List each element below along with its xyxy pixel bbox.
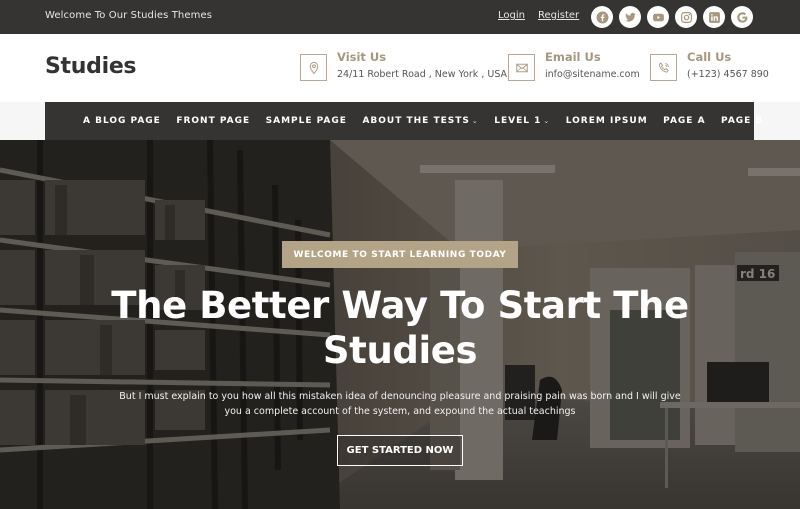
- nav-item-sample-page[interactable]: SAMPLE PAGE: [266, 116, 347, 126]
- welcome-text: Welcome To Our Studies Themes: [45, 10, 213, 21]
- social-links: [591, 6, 753, 28]
- nav-item-lorem-ipsum[interactable]: LOREM IPSUM: [566, 116, 648, 126]
- email-us-info: Email Us info@sitename.com: [508, 50, 640, 81]
- login-link[interactable]: Login: [498, 10, 525, 21]
- get-started-button[interactable]: GET STARTED NOW: [337, 435, 463, 466]
- nav-item-label: ABOUT THE TESTS: [362, 116, 470, 126]
- envelope-icon: [508, 54, 535, 81]
- chevron-down-icon: ⌄: [471, 117, 479, 125]
- email-us-address[interactable]: info@sitename.com: [545, 69, 640, 80]
- register-link[interactable]: Register: [538, 10, 579, 21]
- nav-item-label: LOREM IPSUM: [565, 116, 648, 126]
- nav-item-label: PAGE B: [721, 116, 764, 126]
- visit-us-address: 24/11 Robert Road , New York , USA: [337, 69, 508, 80]
- chevron-down-icon: ⌄: [543, 117, 551, 125]
- nav-item-label: FRONT PAGE: [176, 116, 251, 126]
- phone-icon: [650, 54, 677, 81]
- hero-headline: The Better Way To Start The Studies: [111, 284, 689, 372]
- google-icon[interactable]: [731, 6, 753, 28]
- top-bar: Welcome To Our Studies Themes Login Regi…: [0, 0, 800, 34]
- hero-description: But I must explain to you how all this m…: [119, 391, 681, 417]
- facebook-icon[interactable]: [591, 6, 613, 28]
- visit-us-title: Visit Us: [337, 50, 387, 64]
- hero-section: rd 16 WELCOME TO START LEARNING TODAY Th…: [0, 140, 800, 509]
- nav-item-a-blog-page[interactable]: A BLOG PAGE: [83, 116, 161, 126]
- main-nav: A BLOG PAGE FRONT PAGE SAMPLE PAGE ABOUT…: [45, 102, 762, 140]
- call-us-title: Call Us: [687, 50, 732, 64]
- nav-item-label: SAMPLE PAGE: [265, 116, 347, 126]
- youtube-icon[interactable]: [647, 6, 669, 28]
- twitter-icon[interactable]: [619, 6, 641, 28]
- call-us-info: Call Us (+123) 4567 890: [650, 50, 769, 81]
- nav-item-page-b[interactable]: PAGE B: [721, 116, 763, 126]
- site-header: Studies Visit Us 24/11 Robert Road , New…: [0, 34, 800, 102]
- map-pin-icon: [300, 54, 327, 81]
- welcome-badge: WELCOME TO START LEARNING TODAY: [282, 241, 518, 268]
- nav-item-level-1[interactable]: LEVEL 1 ⌄: [494, 116, 550, 126]
- linkedin-icon[interactable]: [703, 6, 725, 28]
- nav-item-label: A BLOG PAGE: [83, 116, 161, 126]
- nav-item-label: PAGE A: [663, 116, 706, 126]
- site-logo[interactable]: Studies: [45, 54, 137, 79]
- nav-item-page-a[interactable]: PAGE A: [663, 116, 705, 126]
- nav-item-front-page[interactable]: FRONT PAGE: [176, 116, 250, 126]
- nav-item-about-the-tests[interactable]: ABOUT THE TESTS ⌄: [362, 116, 478, 126]
- nav-item-label: LEVEL 1: [494, 116, 542, 126]
- call-us-phone[interactable]: (+123) 4567 890: [687, 69, 769, 80]
- email-us-title: Email Us: [545, 50, 601, 64]
- visit-us-info: Visit Us 24/11 Robert Road , New York , …: [300, 50, 507, 81]
- instagram-icon[interactable]: [675, 6, 697, 28]
